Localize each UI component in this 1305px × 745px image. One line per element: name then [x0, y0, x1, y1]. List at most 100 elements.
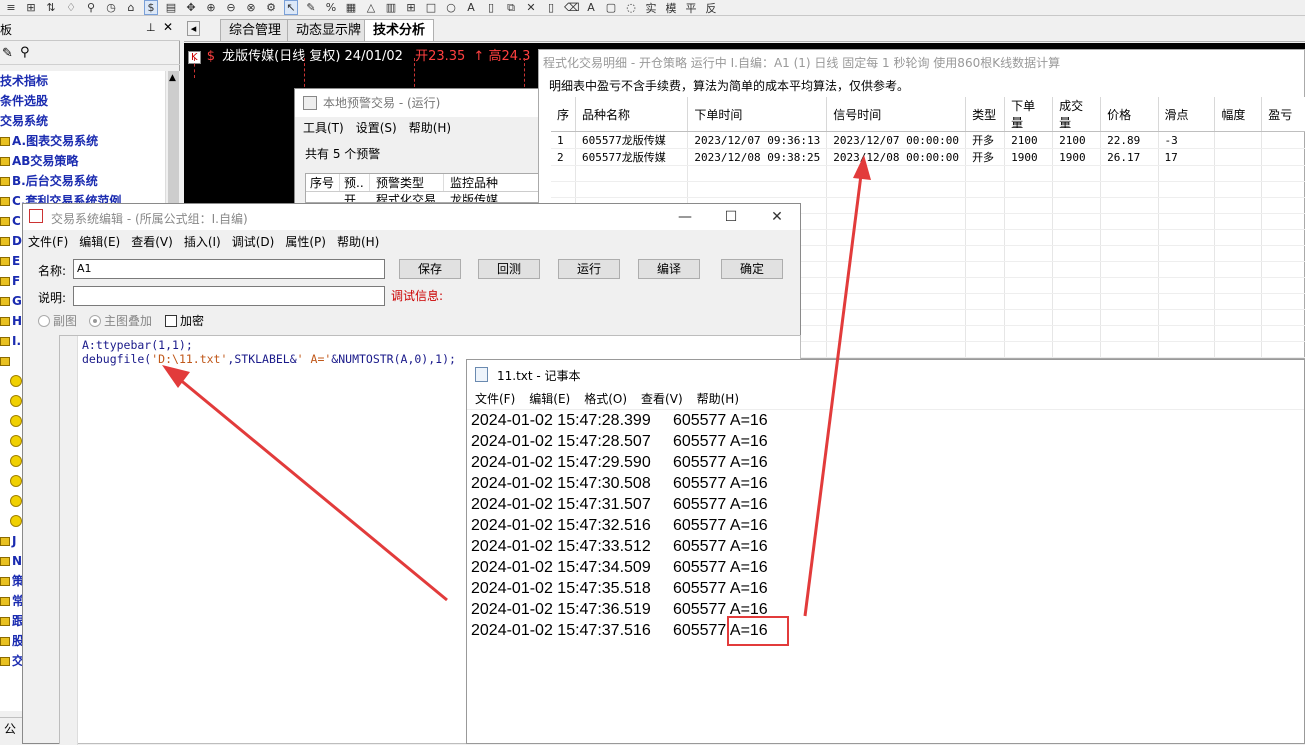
tree-item[interactable]: A.图表交易系统	[0, 131, 165, 151]
tab-dynamic-board[interactable]: 动态显示牌	[287, 19, 371, 41]
toolbar-icon[interactable]: ≡	[4, 1, 18, 14]
menu-view[interactable]: 查看(V)	[641, 388, 683, 409]
toolbar-icon[interactable]: ⧉	[504, 1, 518, 15]
edit-icon[interactable]: ✎	[2, 46, 13, 61]
search-icon[interactable]: ⚲	[20, 45, 30, 60]
run-button[interactable]: 运行	[558, 259, 620, 279]
maximize-icon[interactable]: ☐	[708, 204, 754, 230]
table-row[interactable]: 1 605577龙版传媒 2023/12/07 09:36:13 2023/12/07…	[551, 131, 1305, 149]
tab-scroll-left-icon[interactable]: ◂	[187, 21, 200, 36]
column-header[interactable]: 信号时间	[826, 97, 967, 132]
tree-item[interactable]: B.后台交易系统	[0, 171, 165, 191]
toolbar-icon[interactable]: ⊗	[244, 1, 258, 14]
pin-icon[interactable]: ⊥	[146, 21, 156, 34]
menu-file[interactable]: 文件(F)	[475, 388, 515, 409]
column-header[interactable]: 下单时间	[687, 97, 828, 132]
save-button[interactable]: 保存	[399, 259, 461, 279]
cursor-icon[interactable]: ↖	[284, 0, 298, 15]
tree-item[interactable]: 条件选股	[0, 91, 165, 111]
alert-menu-item[interactable]: 工具(T)	[303, 117, 344, 139]
column-header[interactable]: 幅度	[1214, 97, 1263, 132]
toolbar-icon[interactable]: ○	[444, 1, 458, 14]
menu-format[interactable]: 格式(O)	[584, 388, 627, 409]
tree-item[interactable]: 技术指标	[0, 71, 165, 91]
description-input[interactable]	[73, 286, 385, 306]
toolbar-icon[interactable]: ▥	[384, 1, 398, 14]
toolbar-icon[interactable]: ◷	[104, 1, 118, 14]
toolbar-icon[interactable]: $	[144, 0, 158, 15]
menu-properties[interactable]: 属性(P)	[285, 231, 326, 253]
toolbar-icon[interactable]: □	[424, 1, 438, 14]
tab-overview[interactable]: 综合管理	[220, 19, 291, 41]
toolbar-icon[interactable]: %	[324, 1, 338, 14]
bottom-tab-label[interactable]: 公	[4, 722, 16, 736]
tab-technical-analysis[interactable]: 技术分析	[364, 19, 435, 41]
toolbar-icon[interactable]: ⌫	[564, 1, 580, 14]
menu-help[interactable]: 帮助(H)	[697, 388, 739, 409]
toolbar-icon[interactable]: ▤	[164, 1, 178, 14]
menu-insert[interactable]: 插入(I)	[184, 231, 221, 253]
toolbar-icon[interactable]: ♢	[64, 1, 78, 14]
table-row[interactable]: 开 程式化交易 龙版传媒	[306, 192, 544, 202]
column-header[interactable]: 成交量	[1052, 97, 1102, 132]
toolbar-icon[interactable]: ⚲	[84, 1, 98, 14]
radio-mainchart[interactable]: 主图叠加	[89, 312, 152, 329]
column-header[interactable]: 下单量	[1004, 97, 1054, 132]
toolbar-icon[interactable]: ⊞	[24, 1, 38, 14]
column-header[interactable]: 品种名称	[575, 97, 689, 132]
menu-edit[interactable]: 编辑(E)	[79, 231, 120, 253]
notepad-text-area[interactable]: 2024-01-02 15:47:28.399 605577 A=16 2024-…	[467, 410, 1304, 743]
toolbar-icon[interactable]: △	[364, 1, 378, 14]
scroll-up-icon[interactable]: ▲	[169, 73, 176, 83]
toolbar-icon[interactable]: A	[584, 1, 598, 14]
menu-view[interactable]: 查看(V)	[131, 231, 173, 253]
column-header[interactable]: 滑点	[1158, 97, 1216, 132]
toolbar-icon[interactable]: A	[464, 1, 478, 14]
toolbar-icon[interactable]: 平	[684, 0, 698, 15]
column-header[interactable]: 预警类型	[370, 174, 444, 191]
column-header[interactable]: 监控品种	[444, 174, 524, 191]
toolbar-icon[interactable]: ⊕	[204, 1, 218, 14]
tree-item[interactable]: 交易系统	[0, 111, 165, 131]
name-input[interactable]: A1	[73, 259, 385, 279]
menu-debug[interactable]: 调试(D)	[232, 231, 275, 253]
gear-icon[interactable]: ⚙	[264, 1, 278, 14]
menu-help[interactable]: 帮助(H)	[337, 231, 379, 253]
column-header[interactable]: 价格	[1100, 97, 1159, 132]
close-icon[interactable]: ✕	[163, 20, 173, 34]
toolbar-icon[interactable]: ⇅	[44, 1, 58, 14]
toolbar-icon[interactable]: 实	[644, 0, 658, 15]
notepad-titlebar[interactable]: 11.txt - 记事本	[467, 360, 1304, 388]
toolbar-icon[interactable]: ✕	[524, 1, 538, 14]
toolbar-icon[interactable]: 模	[664, 0, 678, 15]
minimize-icon[interactable]: —	[662, 204, 708, 230]
editor-titlebar[interactable]: 交易系统编辑 - (所属公式组：I.自编) — ☐ ✕	[23, 204, 800, 230]
alert-menu-item[interactable]: 设置(S)	[356, 117, 397, 139]
toolbar-icon[interactable]: ▢	[604, 1, 618, 14]
pen-icon[interactable]: ✎	[304, 1, 318, 14]
column-header[interactable]: 类型	[965, 97, 1006, 132]
toolbar-icon[interactable]: ▯	[544, 1, 558, 14]
close-icon[interactable]: ✕	[754, 204, 800, 230]
alert-window-titlebar[interactable]: 本地预警交易 - (运行)	[295, 89, 553, 117]
column-header[interactable]: 序号	[306, 174, 340, 191]
encrypt-checkbox[interactable]: 加密	[165, 312, 204, 329]
tree-item[interactable]: AB交易策略	[0, 151, 165, 171]
toolbar-icon[interactable]: ⊞	[404, 1, 418, 14]
toolbar-icon[interactable]: ⊖	[224, 1, 238, 14]
compile-button[interactable]: 编译	[638, 259, 700, 279]
toolbar-icon[interactable]: ◌	[624, 1, 638, 14]
menu-file[interactable]: 文件(F)	[28, 231, 68, 253]
grid-icon[interactable]: ▦	[344, 1, 358, 14]
radio-subchart[interactable]: 副图	[38, 312, 77, 329]
toolbar-icon[interactable]: ⌂	[124, 1, 138, 14]
toolbar-icon[interactable]: ▯	[484, 1, 498, 14]
column-header[interactable]: 预..	[340, 174, 370, 191]
toolbar-icon[interactable]: 反	[704, 0, 718, 15]
column-header[interactable]: 盈亏	[1261, 97, 1305, 132]
toolbar-icon[interactable]: ✥	[184, 1, 198, 14]
menu-edit[interactable]: 编辑(E)	[529, 388, 570, 409]
column-header[interactable]: 序	[551, 97, 577, 132]
ok-button[interactable]: 确定	[721, 259, 783, 279]
alert-menu-item[interactable]: 帮助(H)	[409, 117, 451, 139]
